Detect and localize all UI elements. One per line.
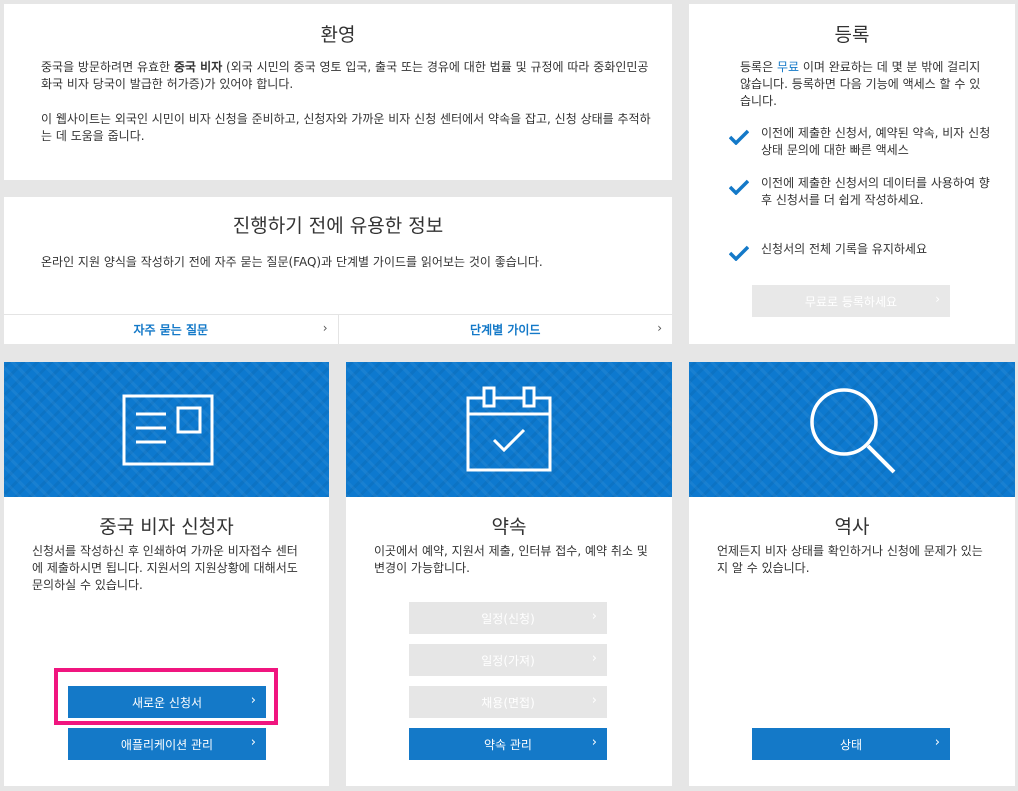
welcome-paragraph-2: 이 웹사이트는 외국인 시민이 비자 신청을 준비하고, 신청자와 가까운 비자… <box>41 112 651 143</box>
schedule-interview-label: 채용(면접) <box>481 695 535 710</box>
schedule-collect-label: 일정(가져) <box>481 653 535 668</box>
appointment-text: 이곳에서 예약, 지원서 제출, 인터뷰 접수, 예약 취소 및 변경이 가능합… <box>374 544 648 575</box>
schedule-interview-button[interactable]: 채용(면접) › <box>409 686 607 718</box>
welcome-text-pre: 중국을 방문하려면 유효한 <box>41 60 174 74</box>
schedule-collect-button[interactable]: 일정(가져) › <box>409 644 607 676</box>
appointment-title: 약속 <box>491 516 527 538</box>
checkmark-icon <box>729 129 749 145</box>
search-icon <box>810 388 896 474</box>
chevron-right-icon: › <box>591 735 597 750</box>
register-benefit-text: 이전에 제출한 신청서의 데이터를 사용하여 향후 신청서를 더 쉽게 작성하세… <box>761 176 990 207</box>
welcome-card: 환영 중국을 방문하려면 유효한 중국 비자 (외국 시민의 중국 영토 입국,… <box>4 4 672 180</box>
guide-link[interactable]: 단계별 가이드 › <box>337 315 673 344</box>
register-title: 등록 <box>834 24 870 46</box>
register-intro: 등록은 무료 이며 완료하는 데 몇 분 밖에 걸리지 않습니다. 등록하면 다… <box>740 59 984 110</box>
manage-application-label: 애플리케이션 관리 <box>120 737 214 752</box>
chevron-right-icon: › <box>934 735 940 750</box>
status-button-label: 상태 <box>839 737 863 752</box>
guide-link-label: 단계별 가이드 <box>470 323 541 337</box>
appointment-banner <box>346 362 672 497</box>
checkmark-icon <box>729 245 749 261</box>
register-benefit-text: 신청서의 전체 기록을 유지하세요 <box>761 242 928 256</box>
chevron-right-icon: › <box>657 321 662 335</box>
chevron-right-icon: › <box>322 321 328 335</box>
manage-appointment-button[interactable]: 약속 관리 › <box>409 728 607 760</box>
register-intro-pre: 등록은 <box>740 60 777 74</box>
visa-bold-text: 중국 비자 <box>173 60 223 74</box>
info-text: 온라인 지원 양식을 작성하기 전에 자주 묻는 질문(FAQ)과 단계별 가이… <box>41 255 543 269</box>
register-card: 등록 등록은 무료 이며 완료하는 데 몇 분 밖에 걸리지 않습니다. 등록하… <box>689 4 1015 344</box>
info-card: 진행하기 전에 유용한 정보 온라인 지원 양식을 작성하기 전에 자주 묻는 … <box>4 197 672 344</box>
chevron-right-icon: › <box>591 609 597 624</box>
highlight-box <box>54 668 278 725</box>
register-free-button[interactable]: 무료로 등록하세요 › <box>752 285 950 317</box>
history-title: 역사 <box>834 516 870 538</box>
applicant-banner <box>4 362 329 497</box>
calendar-icon <box>466 386 552 472</box>
faq-link[interactable]: 자주 묻는 질문 › <box>4 315 338 344</box>
register-button-label: 무료로 등록하세요 <box>804 294 898 309</box>
faq-link-label: 자주 묻는 질문 <box>133 323 209 337</box>
chevron-right-icon: › <box>591 651 597 666</box>
checkmark-icon <box>729 179 749 195</box>
chevron-right-icon: › <box>591 693 597 708</box>
chevron-right-icon: › <box>935 292 940 306</box>
free-accent-text: 무료 <box>776 60 800 74</box>
appointment-card: 약속 이곳에서 예약, 지원서 제출, 인터뷰 접수, 예약 취소 및 변경이 … <box>346 362 672 786</box>
application-form-icon <box>122 394 214 466</box>
schedule-apply-label: 일정(신청) <box>481 611 535 626</box>
welcome-paragraph-1: 중국을 방문하려면 유효한 중국 비자 (외국 시민의 중국 영토 입국, 출국… <box>41 59 651 93</box>
manage-application-button[interactable]: 애플리케이션 관리 › <box>68 728 266 760</box>
info-title: 진행하기 전에 유용한 정보 <box>232 215 444 237</box>
schedule-apply-button[interactable]: 일정(신청) › <box>409 602 607 634</box>
applicant-title: 중국 비자 신청자 <box>99 516 234 538</box>
register-benefit-text: 이전에 제출한 신청서, 예약된 약속, 비자 신청 상태 문의에 대한 빠른 … <box>761 126 991 157</box>
chevron-right-icon: › <box>250 735 256 750</box>
welcome-title: 환영 <box>320 24 356 46</box>
status-button[interactable]: 상태 › <box>752 728 950 760</box>
history-text: 언제든지 비자 상태를 확인하거나 신청에 문제가 있는지 알 수 있습니다. <box>717 544 983 575</box>
manage-appointment-label: 약속 관리 <box>484 737 532 752</box>
page: 환영 중국을 방문하려면 유효한 중국 비자 (외국 시민의 중국 영토 입국,… <box>0 0 1018 791</box>
applicant-text: 신청서를 작성하신 후 인쇄하여 가까운 비자접수 센터에 제출하시면 됩니다.… <box>32 544 298 592</box>
history-banner <box>689 362 1015 497</box>
history-card: 역사 언제든지 비자 상태를 확인하거나 신청에 문제가 있는지 알 수 있습니… <box>689 362 1015 786</box>
info-links: 자주 묻는 질문 › 단계별 가이드 › <box>4 314 672 344</box>
